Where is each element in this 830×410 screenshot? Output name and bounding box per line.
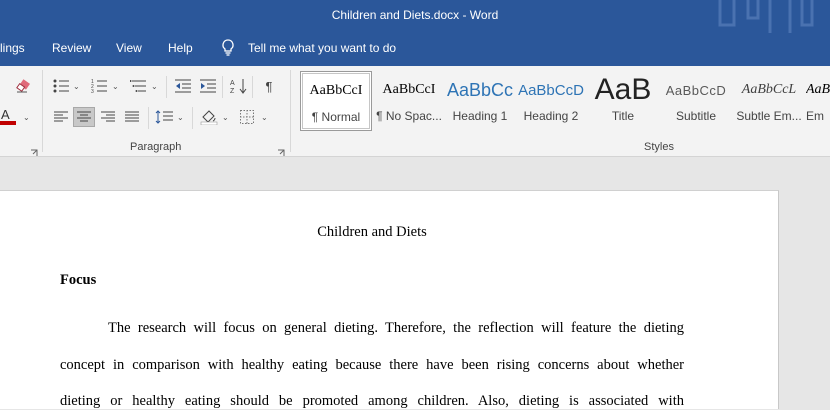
chevron-down-icon[interactable]: ⌄ <box>222 113 229 122</box>
chevron-down-icon[interactable]: ⌄ <box>151 82 158 91</box>
style-subtle-emphasis[interactable]: AaBbCcL Subtle Em... <box>734 71 804 131</box>
style-normal[interactable]: AaBbCcI ¶ Normal <box>300 71 372 131</box>
svg-text:A: A <box>1 107 10 122</box>
sort-icon[interactable]: AZ <box>228 76 250 96</box>
numbering-icon[interactable]: 123 <box>88 76 110 96</box>
font-dialog-launcher-icon[interactable] <box>30 144 38 156</box>
tell-me-search[interactable]: Tell me what you want to do <box>248 41 396 55</box>
ribbon: A ⌄ ⌄ 123 ⌄ ⌄ AZ ¶ ⌄ ⌄ ⌄ Paragraph AaBbC… <box>0 66 830 157</box>
style-name: Subtitle <box>675 109 717 123</box>
paragraph-line: concept in comparison with healthy eatin… <box>60 357 684 373</box>
align-center-icon[interactable] <box>73 107 95 127</box>
multilevel-list-icon[interactable] <box>127 76 149 96</box>
chevron-down-icon[interactable]: ⌄ <box>261 113 268 122</box>
paragraph-line: The research will focus on general dieti… <box>108 320 684 336</box>
style-sample: AaBbCcI <box>382 82 436 97</box>
increase-indent-icon[interactable] <box>197 76 219 96</box>
tab-mailings[interactable]: lings <box>0 41 25 55</box>
shading-icon[interactable] <box>198 107 220 127</box>
style-sample: AaB <box>594 73 652 106</box>
svg-text:A: A <box>230 80 235 87</box>
line-spacing-icon[interactable] <box>153 107 175 127</box>
paragraph-dialog-launcher-icon[interactable] <box>277 144 285 156</box>
document-page[interactable]: Children and Diets Focus The research wi… <box>0 190 779 409</box>
svg-text:3: 3 <box>91 89 94 93</box>
document-title: Children and Diets <box>317 224 427 240</box>
styles-gallery: AaBbCcI ¶ Normal AaBbCcI ¶ No Spac... Aa… <box>298 71 830 131</box>
style-name: ¶ Normal <box>311 110 361 124</box>
chevron-down-icon[interactable]: ⌄ <box>177 113 184 122</box>
ribbon-tabs: lings Review View Help Tell me what you … <box>0 33 830 66</box>
styles-group-label: Styles <box>644 141 674 153</box>
style-name: Heading 1 <box>452 109 508 123</box>
font-color-button[interactable]: A <box>0 106 22 126</box>
tab-view[interactable]: View <box>116 41 142 55</box>
style-subtitle[interactable]: AaBbCcD Subtitle <box>660 71 732 131</box>
chevron-down-icon[interactable]: ⌄ <box>73 82 80 91</box>
style-name: Subtle Em... <box>736 109 802 123</box>
style-sample: AaBbCcD <box>518 81 584 99</box>
style-sample: AaBbCcL <box>741 82 797 97</box>
style-name: Title <box>611 109 635 123</box>
clear-formatting-icon[interactable] <box>12 76 34 96</box>
borders-icon[interactable] <box>236 107 258 127</box>
lightbulb-icon[interactable] <box>221 39 235 59</box>
chevron-down-icon[interactable]: ⌄ <box>112 82 119 91</box>
style-no-spacing[interactable]: AaBbCcI ¶ No Spac... <box>374 71 444 131</box>
tab-help[interactable]: Help <box>168 41 193 55</box>
style-name: Heading 2 <box>523 109 579 123</box>
style-emphasis[interactable]: AaBl Em <box>806 71 830 131</box>
tab-review[interactable]: Review <box>52 41 91 55</box>
style-sample: AaBbCcI <box>309 83 363 98</box>
style-sample: AaBbCc <box>446 79 514 100</box>
align-left-icon[interactable] <box>50 107 72 127</box>
paragraph-group-label: Paragraph <box>130 141 182 153</box>
chevron-down-icon[interactable]: ⌄ <box>23 113 30 122</box>
document-canvas: Children and Diets Focus The research wi… <box>0 157 830 409</box>
style-sample: AaBl <box>806 82 830 97</box>
style-name: ¶ No Spac... <box>376 109 442 123</box>
style-name: Em <box>806 109 824 123</box>
style-heading-2[interactable]: AaBbCcD Heading 2 <box>516 71 586 131</box>
align-right-icon[interactable] <box>97 107 119 127</box>
style-heading-1[interactable]: AaBbCc Heading 1 <box>446 71 514 131</box>
window-title: Children and Diets.docx - Word <box>331 8 499 22</box>
svg-text:Z: Z <box>230 88 235 94</box>
show-formatting-marks-icon[interactable]: ¶ <box>258 76 280 96</box>
style-sample: AaBbCcD <box>665 82 727 98</box>
decrease-indent-icon[interactable] <box>172 76 194 96</box>
title-bar-decoration <box>710 0 830 33</box>
paragraph-line: dieting or healthy eating should be prom… <box>60 393 684 409</box>
section-heading: Focus <box>60 272 97 288</box>
justify-icon[interactable] <box>121 107 143 127</box>
title-bar: Children and Diets.docx - Word <box>0 0 830 33</box>
bullets-icon[interactable] <box>50 76 72 96</box>
style-title[interactable]: AaB Title <box>588 71 658 131</box>
